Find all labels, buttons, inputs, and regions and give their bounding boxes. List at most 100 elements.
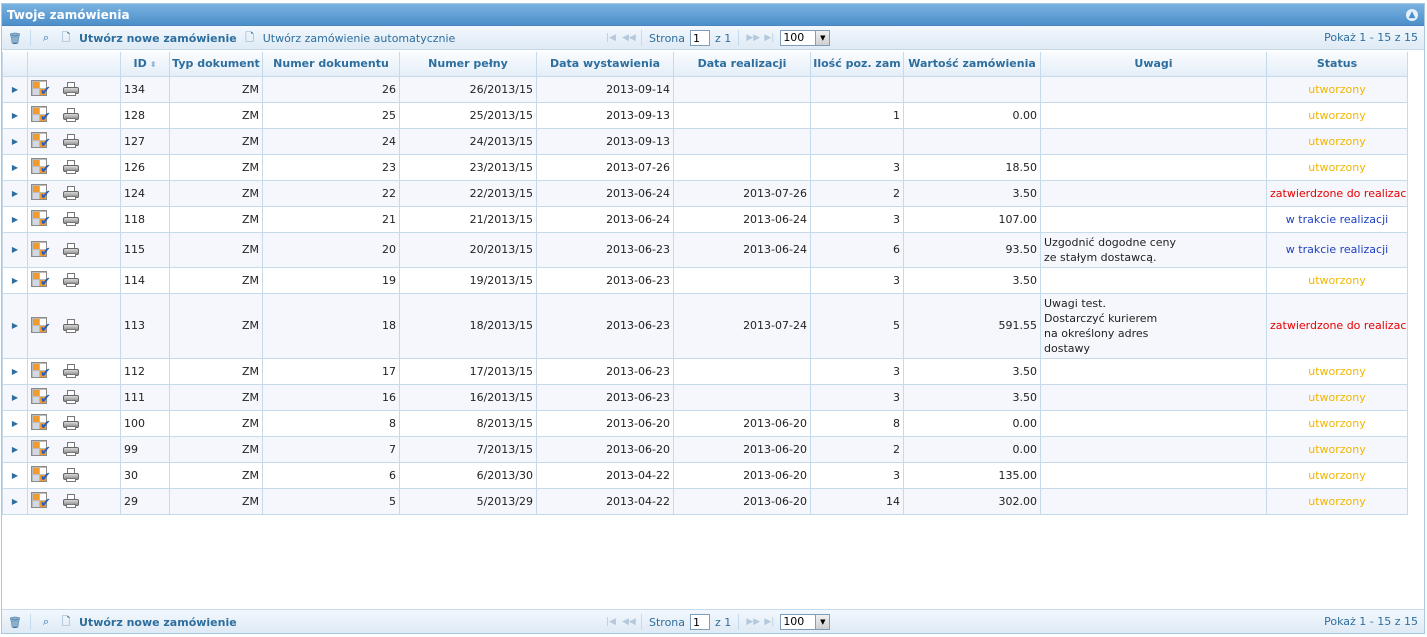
table-row[interactable]: ▶ ✔ 99 ZM 7 7/2013/15 2013-06-20 2013-06-20 2 0.0…: [2, 435, 1408, 463]
table-row[interactable]: ▶ ✔ 134 ZM 26 26/2013/15 2013-09-14 utworzony: [2, 75, 1408, 103]
table-row[interactable]: ▶ ✔ 30 ZM 6 6/2013/30 2013-04-22 2013-06-20 3 135…: [2, 461, 1408, 489]
edit-order-icon[interactable]: ✔: [31, 414, 51, 432]
cell-order-value: 302.00: [903, 487, 1041, 515]
row-actions: ✔: [27, 101, 121, 129]
search-icon[interactable]: ⌕: [39, 615, 53, 629]
table-row[interactable]: ▶ ✔ 115 ZM 20 20/2013/15 2013-06-23 2013-06-24 6…: [2, 231, 1408, 268]
expand-row-icon[interactable]: ▶: [2, 357, 28, 385]
col-header-item-count[interactable]: Ilość poz. zam: [810, 52, 904, 77]
expand-row-icon[interactable]: ▶: [2, 205, 28, 233]
create-auto-order-button[interactable]: Utwórz zamówienie automatycznie: [263, 32, 456, 45]
col-header-notes[interactable]: Uwagi: [1040, 52, 1267, 77]
prev-page-icon[interactable]: ◀◀: [622, 33, 636, 43]
expand-row-icon[interactable]: ▶: [2, 153, 28, 181]
trash-icon[interactable]: 🗑: [8, 32, 22, 45]
print-icon[interactable]: [63, 160, 79, 174]
table-row[interactable]: ▶ ✔ 124 ZM 22 22/2013/15 2013-06-24 2013-07-26 2…: [2, 179, 1408, 207]
cell-full-number: 26/2013/15: [399, 75, 537, 103]
cell-type: ZM: [169, 179, 263, 207]
edit-order-icon[interactable]: ✔: [31, 240, 51, 259]
edit-order-icon[interactable]: ✔: [31, 271, 51, 289]
next-page-icon[interactable]: ▶▶: [746, 617, 760, 627]
table-row[interactable]: ▶ ✔ 114 ZM 19 19/2013/15 2013-06-23 3 3.50 utworz…: [2, 266, 1408, 294]
edit-order-icon[interactable]: ✔: [31, 440, 51, 458]
table-row[interactable]: ▶ ✔ 127 ZM 24 24/2013/15 2013-09-13 utworzony: [2, 127, 1408, 155]
edit-order-icon[interactable]: ✔: [31, 158, 51, 176]
first-page-icon[interactable]: |◀: [605, 33, 617, 43]
print-icon[interactable]: [63, 390, 79, 404]
print-icon[interactable]: [63, 273, 79, 287]
prev-page-icon[interactable]: ◀◀: [622, 617, 636, 627]
edit-order-icon[interactable]: ✔: [31, 388, 51, 406]
last-page-icon[interactable]: ▶|: [763, 33, 775, 43]
edit-order-icon[interactable]: ✔: [31, 316, 51, 335]
table-row[interactable]: ▶ ✔ 128 ZM 25 25/2013/15 2013-09-13 1 0.00 utworz…: [2, 101, 1408, 129]
expand-row-icon[interactable]: ▶: [2, 435, 28, 463]
print-icon[interactable]: [63, 108, 79, 122]
table-row[interactable]: ▶ ✔ 111 ZM 16 16/2013/15 2013-06-23 3 3.50 utworz…: [2, 383, 1408, 411]
edit-order-icon[interactable]: ✔: [31, 492, 51, 510]
print-icon[interactable]: [63, 318, 79, 333]
print-icon[interactable]: [63, 134, 79, 148]
print-icon[interactable]: [63, 494, 79, 508]
cell-item-count: 2: [810, 435, 904, 463]
page-input[interactable]: [690, 30, 711, 46]
table-row[interactable]: ▶ ✔ 112 ZM 17 17/2013/15 2013-06-23 3 3.50 utworz…: [2, 357, 1408, 385]
expand-row-icon[interactable]: ▶: [2, 179, 28, 207]
create-order-button-bottom[interactable]: Utwórz nowe zamówienie: [79, 616, 237, 629]
col-header-type[interactable]: Typ dokument: [169, 52, 263, 77]
trash-icon[interactable]: 🗑: [8, 616, 22, 629]
col-header-status[interactable]: Status: [1266, 52, 1408, 77]
edit-order-icon[interactable]: ✔: [31, 466, 51, 484]
col-header-issue-date[interactable]: Data wystawienia: [536, 52, 674, 77]
page-input[interactable]: [690, 614, 711, 630]
table-row[interactable]: ▶ ✔ 118 ZM 21 21/2013/15 2013-06-24 2013-06-24 3…: [2, 205, 1408, 233]
edit-order-icon[interactable]: ✔: [31, 132, 51, 150]
expand-row-icon[interactable]: ▶: [2, 231, 28, 268]
search-icon[interactable]: ⌕: [39, 31, 53, 45]
edit-order-icon[interactable]: ✔: [31, 106, 51, 124]
expand-row-icon[interactable]: ▶: [2, 127, 28, 155]
page-count: z 1: [715, 615, 732, 629]
create-order-button[interactable]: Utwórz nowe zamówienie: [79, 32, 237, 45]
col-header-completion-date[interactable]: Data realizacji: [673, 52, 811, 77]
expand-row-icon[interactable]: ▶: [2, 487, 28, 515]
toolbar-divider: [738, 30, 740, 46]
last-page-icon[interactable]: ▶|: [763, 617, 775, 627]
edit-order-icon[interactable]: ✔: [31, 362, 51, 380]
col-header-doc-number[interactable]: Numer dokumentu: [262, 52, 400, 77]
cell-id: 111: [120, 383, 170, 411]
edit-order-icon[interactable]: ✔: [31, 184, 51, 202]
next-page-icon[interactable]: ▶▶: [746, 33, 760, 43]
print-icon[interactable]: [63, 468, 79, 482]
table-row[interactable]: ▶ ✔ 126 ZM 23 23/2013/15 2013-07-26 3 18.50 utwor…: [2, 153, 1408, 181]
print-icon[interactable]: [63, 416, 79, 430]
table-row[interactable]: ▶ ✔ 29 ZM 5 5/2013/29 2013-04-22 2013-06-20 14 30…: [2, 487, 1408, 515]
print-icon[interactable]: [63, 82, 79, 96]
edit-order-icon[interactable]: ✔: [31, 210, 51, 228]
table-row[interactable]: ▶ ✔ 100 ZM 8 8/2013/15 2013-06-20 2013-06-20 8 0.…: [2, 409, 1408, 437]
edit-order-icon[interactable]: ✔: [31, 80, 51, 98]
expand-row-icon[interactable]: ▶: [2, 266, 28, 294]
cell-notes: [1040, 127, 1267, 155]
col-header-full-number[interactable]: Numer pełny: [399, 52, 537, 77]
expand-row-icon[interactable]: ▶: [2, 292, 28, 359]
expand-row-icon[interactable]: ▶: [2, 409, 28, 437]
expand-row-icon[interactable]: ▶: [2, 383, 28, 411]
expand-row-icon[interactable]: ▶: [2, 461, 28, 489]
print-icon[interactable]: [63, 364, 79, 378]
col-header-order-value[interactable]: Wartość zamówienia: [903, 52, 1041, 77]
print-icon[interactable]: [63, 442, 79, 456]
expand-row-icon[interactable]: ▶: [2, 101, 28, 129]
first-page-icon[interactable]: |◀: [605, 617, 617, 627]
print-icon[interactable]: [63, 242, 79, 257]
cell-type: ZM: [169, 101, 263, 129]
collapse-icon[interactable]: ▲: [1406, 9, 1418, 21]
expand-row-icon[interactable]: ▶: [2, 75, 28, 103]
rows-per-page-select[interactable]: 100 ▼: [780, 614, 831, 630]
rows-per-page-select[interactable]: 100 ▼: [780, 30, 831, 46]
print-icon[interactable]: [63, 186, 79, 200]
col-header-id[interactable]: ID ⬍: [120, 52, 170, 77]
print-icon[interactable]: [63, 212, 79, 226]
table-row[interactable]: ▶ ✔ 113 ZM 18 18/2013/15 2013-06-23 2013-07-24 5…: [2, 292, 1408, 359]
